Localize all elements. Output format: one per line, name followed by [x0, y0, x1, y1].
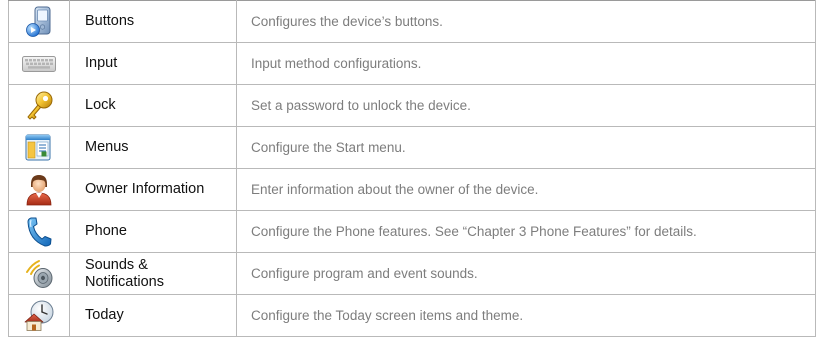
setting-name: Today [69, 294, 237, 337]
setting-name: Buttons [69, 0, 237, 43]
icon-cell [8, 42, 70, 85]
buttons-device-icon [26, 6, 51, 37]
table-row: Buttons Configures the device’s buttons. [8, 0, 816, 43]
keyboard-icon [22, 55, 56, 72]
setting-description: Configure the Phone features. See “Chapt… [236, 210, 816, 253]
icon-cell [8, 168, 70, 211]
icon-cell [8, 294, 70, 337]
icon-cell [8, 252, 70, 295]
speaker-sound-icon [26, 259, 53, 288]
setting-name: Input [69, 42, 237, 85]
setting-name: Menus [69, 126, 237, 169]
owner-person-icon [26, 174, 52, 205]
setting-description: Set a password to unlock the device. [236, 84, 816, 127]
table-row: Input Input method configurations. [8, 42, 816, 85]
setting-name: Sounds & Notifications [69, 252, 237, 295]
today-clock-house-icon [24, 300, 54, 331]
setting-description: Configure the Today screen items and the… [236, 294, 816, 337]
icon-cell [8, 210, 70, 253]
setting-description: Configure program and event sounds. [236, 252, 816, 295]
setting-description: Input method configurations. [236, 42, 816, 85]
table-row: Menus Configure the Start menu. [8, 126, 816, 169]
icon-cell [8, 126, 70, 169]
table-row: Today Configure the Today screen items a… [8, 294, 816, 337]
table-row: Owner Information Enter information abou… [8, 168, 816, 211]
setting-name: Phone [69, 210, 237, 253]
setting-name: Lock [69, 84, 237, 127]
setting-description: Enter information about the owner of the… [236, 168, 816, 211]
setting-name: Owner Information [69, 168, 237, 211]
icon-cell [8, 84, 70, 127]
menu-window-icon [25, 134, 51, 160]
icon-cell [8, 0, 70, 43]
phone-handset-icon [27, 217, 52, 246]
settings-table: Buttons Configures the device’s buttons. [8, 0, 816, 337]
setting-description: Configures the device’s buttons. [236, 0, 816, 43]
setting-description: Configure the Start menu. [236, 126, 816, 169]
table-row: Sounds & Notifications Configure program… [8, 252, 816, 295]
table-row: Phone Configure the Phone features. See … [8, 210, 816, 253]
table-row: Lock Set a password to unlock the device… [8, 84, 816, 127]
key-icon [27, 91, 53, 119]
